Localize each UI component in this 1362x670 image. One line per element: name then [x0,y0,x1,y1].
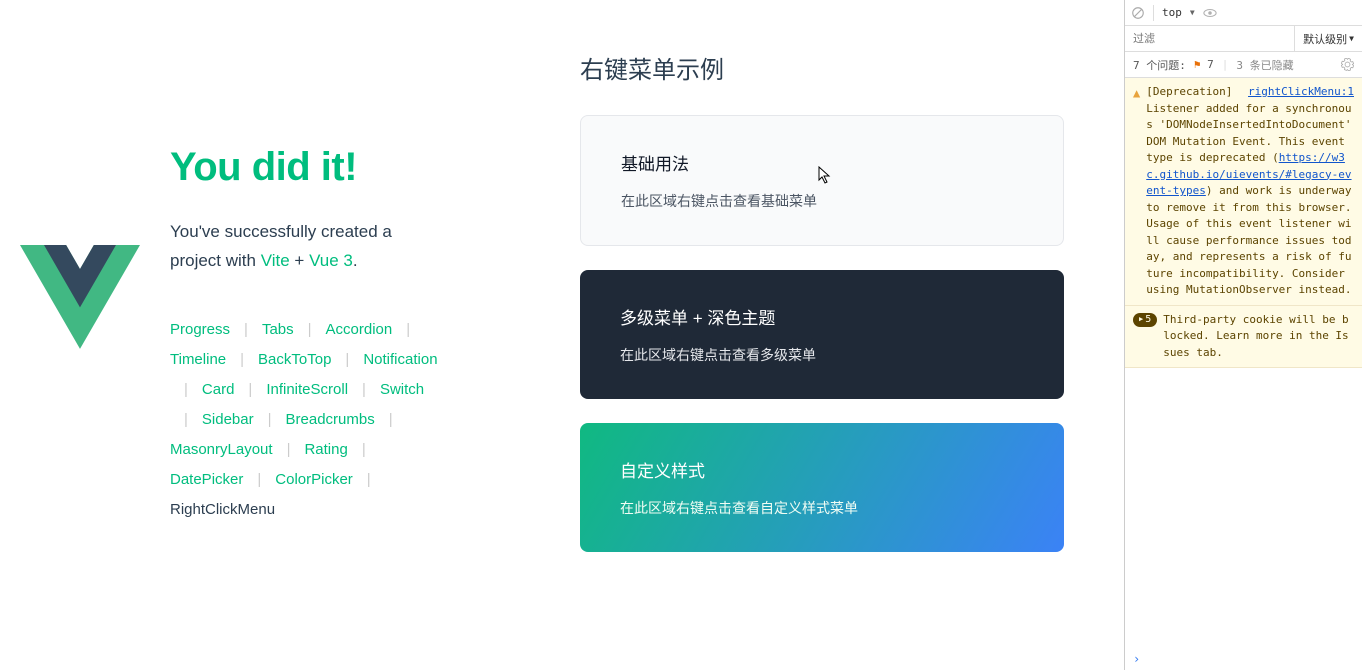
message-count-badge[interactable]: 5 [1133,313,1157,327]
devtools-toolbar: top ▼ [1125,0,1362,26]
console-message[interactable]: ▲rightClickMenu:1[Deprecation] Listener … [1125,78,1362,306]
warning-icon: ▲ [1133,84,1140,102]
component-nav: Progress|Tabs|Accordion|Timeline|BackToT… [170,315,440,525]
nav-link-accordion[interactable]: Accordion [326,315,393,345]
demo-card-0[interactable]: 基础用法在此区域右键点击查看基础菜单 [580,115,1064,246]
hero-subtitle: You've successfully created a project wi… [170,218,440,276]
nav-link-rightclickmenu[interactable]: RightClickMenu [170,495,275,525]
console-prompt[interactable]: › [1125,648,1362,670]
nav-link-sidebar[interactable]: Sidebar [202,405,254,435]
console-messages: ▲rightClickMenu:1[Deprecation] Listener … [1125,78,1362,648]
nav-link-tabs[interactable]: Tabs [262,315,294,345]
link-vite[interactable]: Vite [261,251,290,270]
app-sidebar: You did it! You've successfully created … [0,0,440,670]
execution-context[interactable]: top [1162,6,1182,19]
demo-card-title: 多级菜单 + 深色主题 [620,304,1024,329]
nav-link-progress[interactable]: Progress [170,315,230,345]
vue-logo-icon [20,245,140,354]
demo-card-desc: 在此区域右键点击查看多级菜单 [620,345,1024,365]
nav-link-rating[interactable]: Rating [304,435,347,465]
demo-card-desc: 在此区域右键点击查看基础菜单 [621,191,1023,211]
live-expression-icon[interactable] [1203,6,1217,20]
nav-link-notification[interactable]: Notification [363,345,437,375]
doc-link[interactable]: https://w3c.github.io/uievents/#legacy-e… [1146,151,1351,197]
main-content: 右键菜单示例 基础用法在此区域右键点击查看基础菜单多级菜单 + 深色主题在此区域… [440,0,1124,670]
log-level-select[interactable]: 默认级别▼ [1294,26,1362,51]
nav-link-breadcrumbs[interactable]: Breadcrumbs [286,405,375,435]
devtools-panel: top ▼ 默认级别▼ 7 个问题: ⚑ 7 | 3 条已隐藏 ▲ rightCl… [1124,0,1362,670]
nav-link-masonrylayout[interactable]: MasonryLayout [170,435,273,465]
console-filter-input[interactable] [1125,32,1294,45]
issues-flag[interactable]: ⚑ 7 [1194,58,1214,71]
hero-title: You did it! [170,145,440,190]
issues-bar: 7 个问题: ⚑ 7 | 3 条已隐藏 [1125,52,1362,78]
demo-card-2[interactable]: 自定义样式在此区域右键点击查看自定义样式菜单 [580,423,1064,552]
gear-icon[interactable] [1341,58,1354,71]
demo-card-title: 自定义样式 [620,457,1024,482]
console-message[interactable]: 5Third-party cookie will be blocked. Lea… [1125,306,1362,369]
message-source-link[interactable]: rightClickMenu:1 [1248,84,1354,101]
nav-link-card[interactable]: Card [202,375,235,405]
nav-link-infinitescroll[interactable]: InfiniteScroll [266,375,348,405]
nav-link-switch[interactable]: Switch [380,375,424,405]
nav-link-timeline[interactable]: Timeline [170,345,226,375]
nav-link-colorpicker[interactable]: ColorPicker [275,465,353,495]
link-vue3[interactable]: Vue 3 [309,251,353,270]
nav-link-backtotop[interactable]: BackToTop [258,345,331,375]
page-title: 右键菜单示例 [580,50,1064,85]
demo-card-title: 基础用法 [621,150,1023,175]
nav-link-datepicker[interactable]: DatePicker [170,465,243,495]
hidden-issues[interactable]: 3 条已隐藏 [1236,57,1293,73]
clear-console-icon[interactable] [1131,6,1145,20]
demo-card-desc: 在此区域右键点击查看自定义样式菜单 [620,498,1024,518]
demo-card-1[interactable]: 多级菜单 + 深色主题在此区域右键点击查看多级菜单 [580,270,1064,399]
